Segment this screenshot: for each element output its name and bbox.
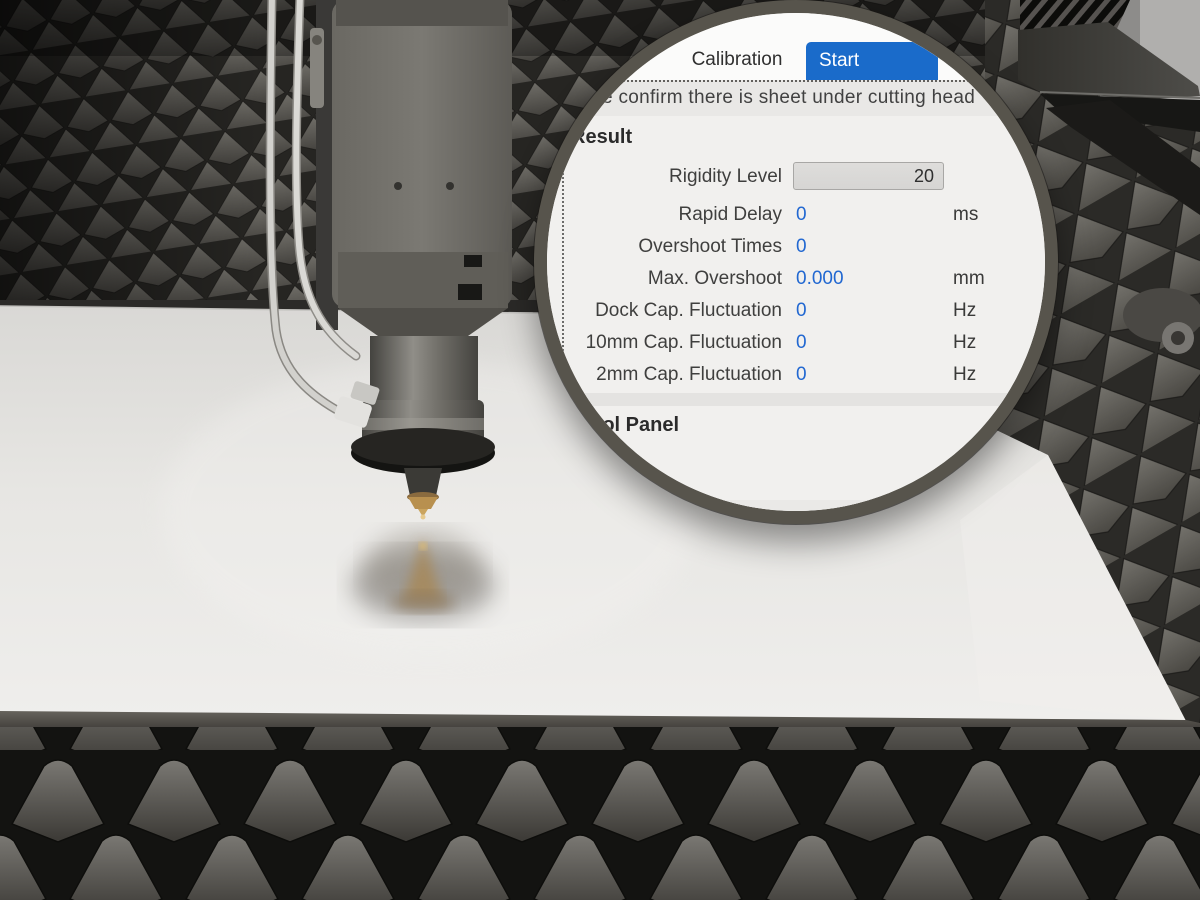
row-label: 10mm Cap. Fluctuation — [547, 327, 782, 359]
result-row-dock-cap: Dock Cap. Fluctuation 0 Hz — [547, 295, 1033, 327]
row-value: 0.000 — [796, 263, 844, 295]
section-divider — [547, 393, 1045, 406]
rigidity-level-input[interactable] — [793, 162, 944, 190]
row-value: 0 — [796, 295, 807, 327]
row-unit: Hz — [953, 327, 1033, 359]
result-row-rapid-delay: Rapid Delay 0 ms — [547, 199, 1033, 231]
row-label: 2mm Cap. Fluctuation — [547, 359, 782, 391]
result-row-max-overshoot: Max. Overshoot 0.000 mm — [547, 263, 1033, 295]
screenshot-stage: Calibration Start e confirm there is she… — [0, 0, 1200, 900]
front-bed — [0, 711, 1200, 900]
row-unit: Hz — [953, 295, 1033, 327]
head-neck — [370, 336, 478, 404]
row-label: Rapid Delay — [547, 199, 782, 231]
row-unit: Hz — [953, 359, 1033, 391]
row-label: Overshoot Times — [547, 231, 782, 263]
tab-bar: Calibration Start — [547, 13, 1045, 80]
row-label: Dock Cap. Fluctuation — [547, 295, 782, 327]
control-panel-heading: Control Panel — [549, 414, 679, 437]
row-label: Max. Overshoot — [547, 263, 782, 295]
row-value: 0 — [796, 199, 807, 231]
row-value: 0 — [796, 359, 807, 391]
calibration-panel: Calibration Start e confirm there is she… — [547, 13, 1045, 511]
magnifier-circle: Calibration Start e confirm there is she… — [534, 0, 1058, 524]
result-row-rigidity: Rigidity Level — [547, 162, 1033, 192]
row-label: Rigidity Level — [547, 162, 782, 192]
result-row-10mm-cap: 10mm Cap. Fluctuation 0 Hz — [547, 327, 1033, 359]
result-row-overshoot-times: Overshoot Times 0 — [547, 231, 1033, 263]
message-text: e confirm there is sheet under cutting h… — [602, 80, 975, 116]
row-value: 0 — [796, 231, 807, 263]
result-row-2mm-cap: 2mm Cap. Fluctuation 0 Hz — [547, 359, 1033, 391]
result-heading: Result — [571, 126, 632, 149]
row-unit: ms — [953, 199, 1033, 231]
tab-start[interactable]: Start — [806, 42, 938, 80]
nozzle-holder — [404, 468, 442, 496]
tab-calibration[interactable]: Calibration — [657, 45, 817, 75]
row-value: 0 — [796, 327, 807, 359]
row-unit: mm — [953, 263, 1033, 295]
